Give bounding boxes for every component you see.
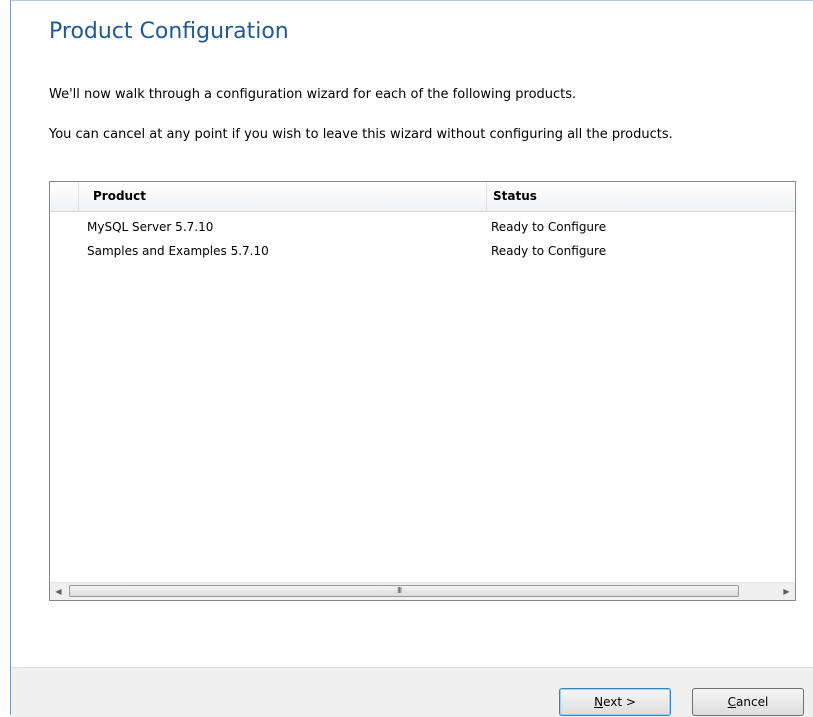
column-header-product[interactable]: Product: [93, 182, 146, 211]
product-name: Samples and Examples 5.7.10: [87, 244, 269, 258]
column-divider[interactable]: [486, 182, 487, 211]
column-divider: [78, 182, 79, 211]
intro-text: We'll now walk through a configuration w…: [49, 87, 577, 102]
scroll-right-icon[interactable]: ▶: [778, 583, 795, 600]
grip-icon: III: [397, 586, 402, 595]
horizontal-scrollbar[interactable]: ◀ III ▶: [50, 582, 795, 600]
cancel-mnemonic: C: [727, 695, 737, 709]
product-status: Ready to Configure: [491, 244, 607, 258]
table-row[interactable]: MySQL Server 5.7.10 Ready to Configure: [50, 215, 795, 239]
cancel-button[interactable]: Cancel: [692, 688, 804, 716]
scrollbar-thumb[interactable]: III: [69, 585, 739, 597]
next-label: ext >: [603, 695, 636, 709]
cancel-label: ancel: [736, 695, 769, 709]
table-row[interactable]: Samples and Examples 5.7.10 Ready to Con…: [50, 239, 795, 263]
next-mnemonic: N: [594, 695, 604, 709]
products-grid[interactable]: Product Status MySQL Server 5.7.10 Ready…: [49, 181, 796, 601]
cancel-info-text: You can cancel at any point if you wish …: [49, 127, 673, 142]
wizard-page: Product Configuration We'll now walk thr…: [10, 0, 813, 717]
footer-bar: Next > Cancel: [11, 667, 813, 717]
grid-header: Product Status: [50, 182, 795, 212]
next-button[interactable]: Next >: [559, 688, 671, 716]
scroll-left-icon[interactable]: ◀: [50, 583, 67, 600]
product-status: Ready to Configure: [491, 220, 607, 234]
page-title: Product Configuration: [49, 19, 289, 44]
column-header-status[interactable]: Status: [493, 182, 537, 211]
product-name: MySQL Server 5.7.10: [87, 220, 214, 234]
